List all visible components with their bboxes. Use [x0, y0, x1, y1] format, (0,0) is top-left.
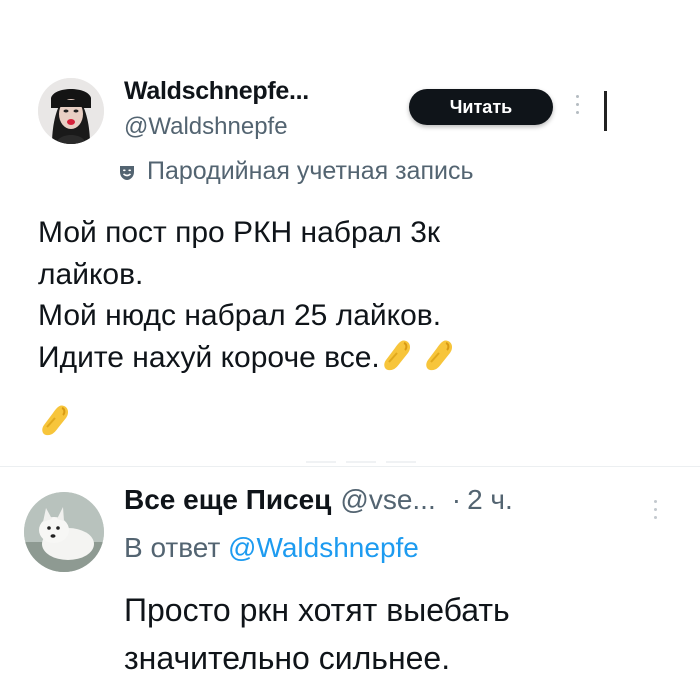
- author-avatar[interactable]: [38, 78, 104, 144]
- separator-mark: [306, 461, 336, 463]
- author-handle[interactable]: @Waldshnepfe: [124, 113, 288, 141]
- reply-to-mention-link[interactable]: @Waldshnepfe: [228, 532, 419, 563]
- reply-to-prefix: В ответ: [124, 532, 221, 563]
- vertical-divider: [604, 91, 607, 131]
- pinched-fingers-emoji: [422, 337, 456, 373]
- reply-author-display-name[interactable]: Все еще Писец: [124, 484, 331, 516]
- reply-text-line: значительно сильнее.: [124, 640, 451, 676]
- reply-text: Просто ркн хотят выебать значительно сил…: [124, 586, 684, 682]
- post-text-line: Мой нюдс набрал 25 лайков.: [38, 299, 442, 332]
- post-text-line: лайков.: [38, 257, 144, 291]
- post-text-line-with-emoji: Идите нахуй короче все.: [38, 337, 598, 379]
- parody-account-label: Пародийная учетная запись: [117, 157, 473, 186]
- post-text: Мой пост про РКН набрал 3к лайков. Мой н…: [38, 212, 598, 378]
- follow-button[interactable]: Читать: [409, 89, 553, 125]
- separator-mark: [386, 461, 416, 463]
- parody-account-text: Пародийная учетная запись: [147, 157, 474, 185]
- reply-header: Все еще Писец @vse... · 2 ч.: [124, 484, 513, 516]
- reply-text-line: Просто ркн хотят выебать: [124, 592, 510, 628]
- post-text-line: Мой пост про РКН набрал 3к: [38, 216, 440, 249]
- pinched-fingers-emoji: [380, 337, 414, 373]
- pinched-fingers-emoji: [38, 402, 72, 438]
- more-vertical-icon[interactable]: [652, 500, 658, 522]
- reply-author-handle[interactable]: @vse...: [340, 484, 435, 516]
- theater-masks-icon: [117, 162, 137, 182]
- reply-timestamp[interactable]: 2 ч.: [467, 484, 513, 516]
- reply-to-line: В ответ @Waldshnepfe: [124, 532, 419, 564]
- separator-dot: ·: [451, 484, 462, 515]
- reply-author-avatar[interactable]: [24, 492, 104, 572]
- author-display-name[interactable]: Waldschnepfe...: [124, 77, 309, 106]
- more-vertical-icon[interactable]: [574, 95, 580, 117]
- post-text-line: Идите нахуй короче все.: [38, 340, 380, 374]
- post-separator: [0, 466, 700, 467]
- separator-mark: [346, 461, 376, 463]
